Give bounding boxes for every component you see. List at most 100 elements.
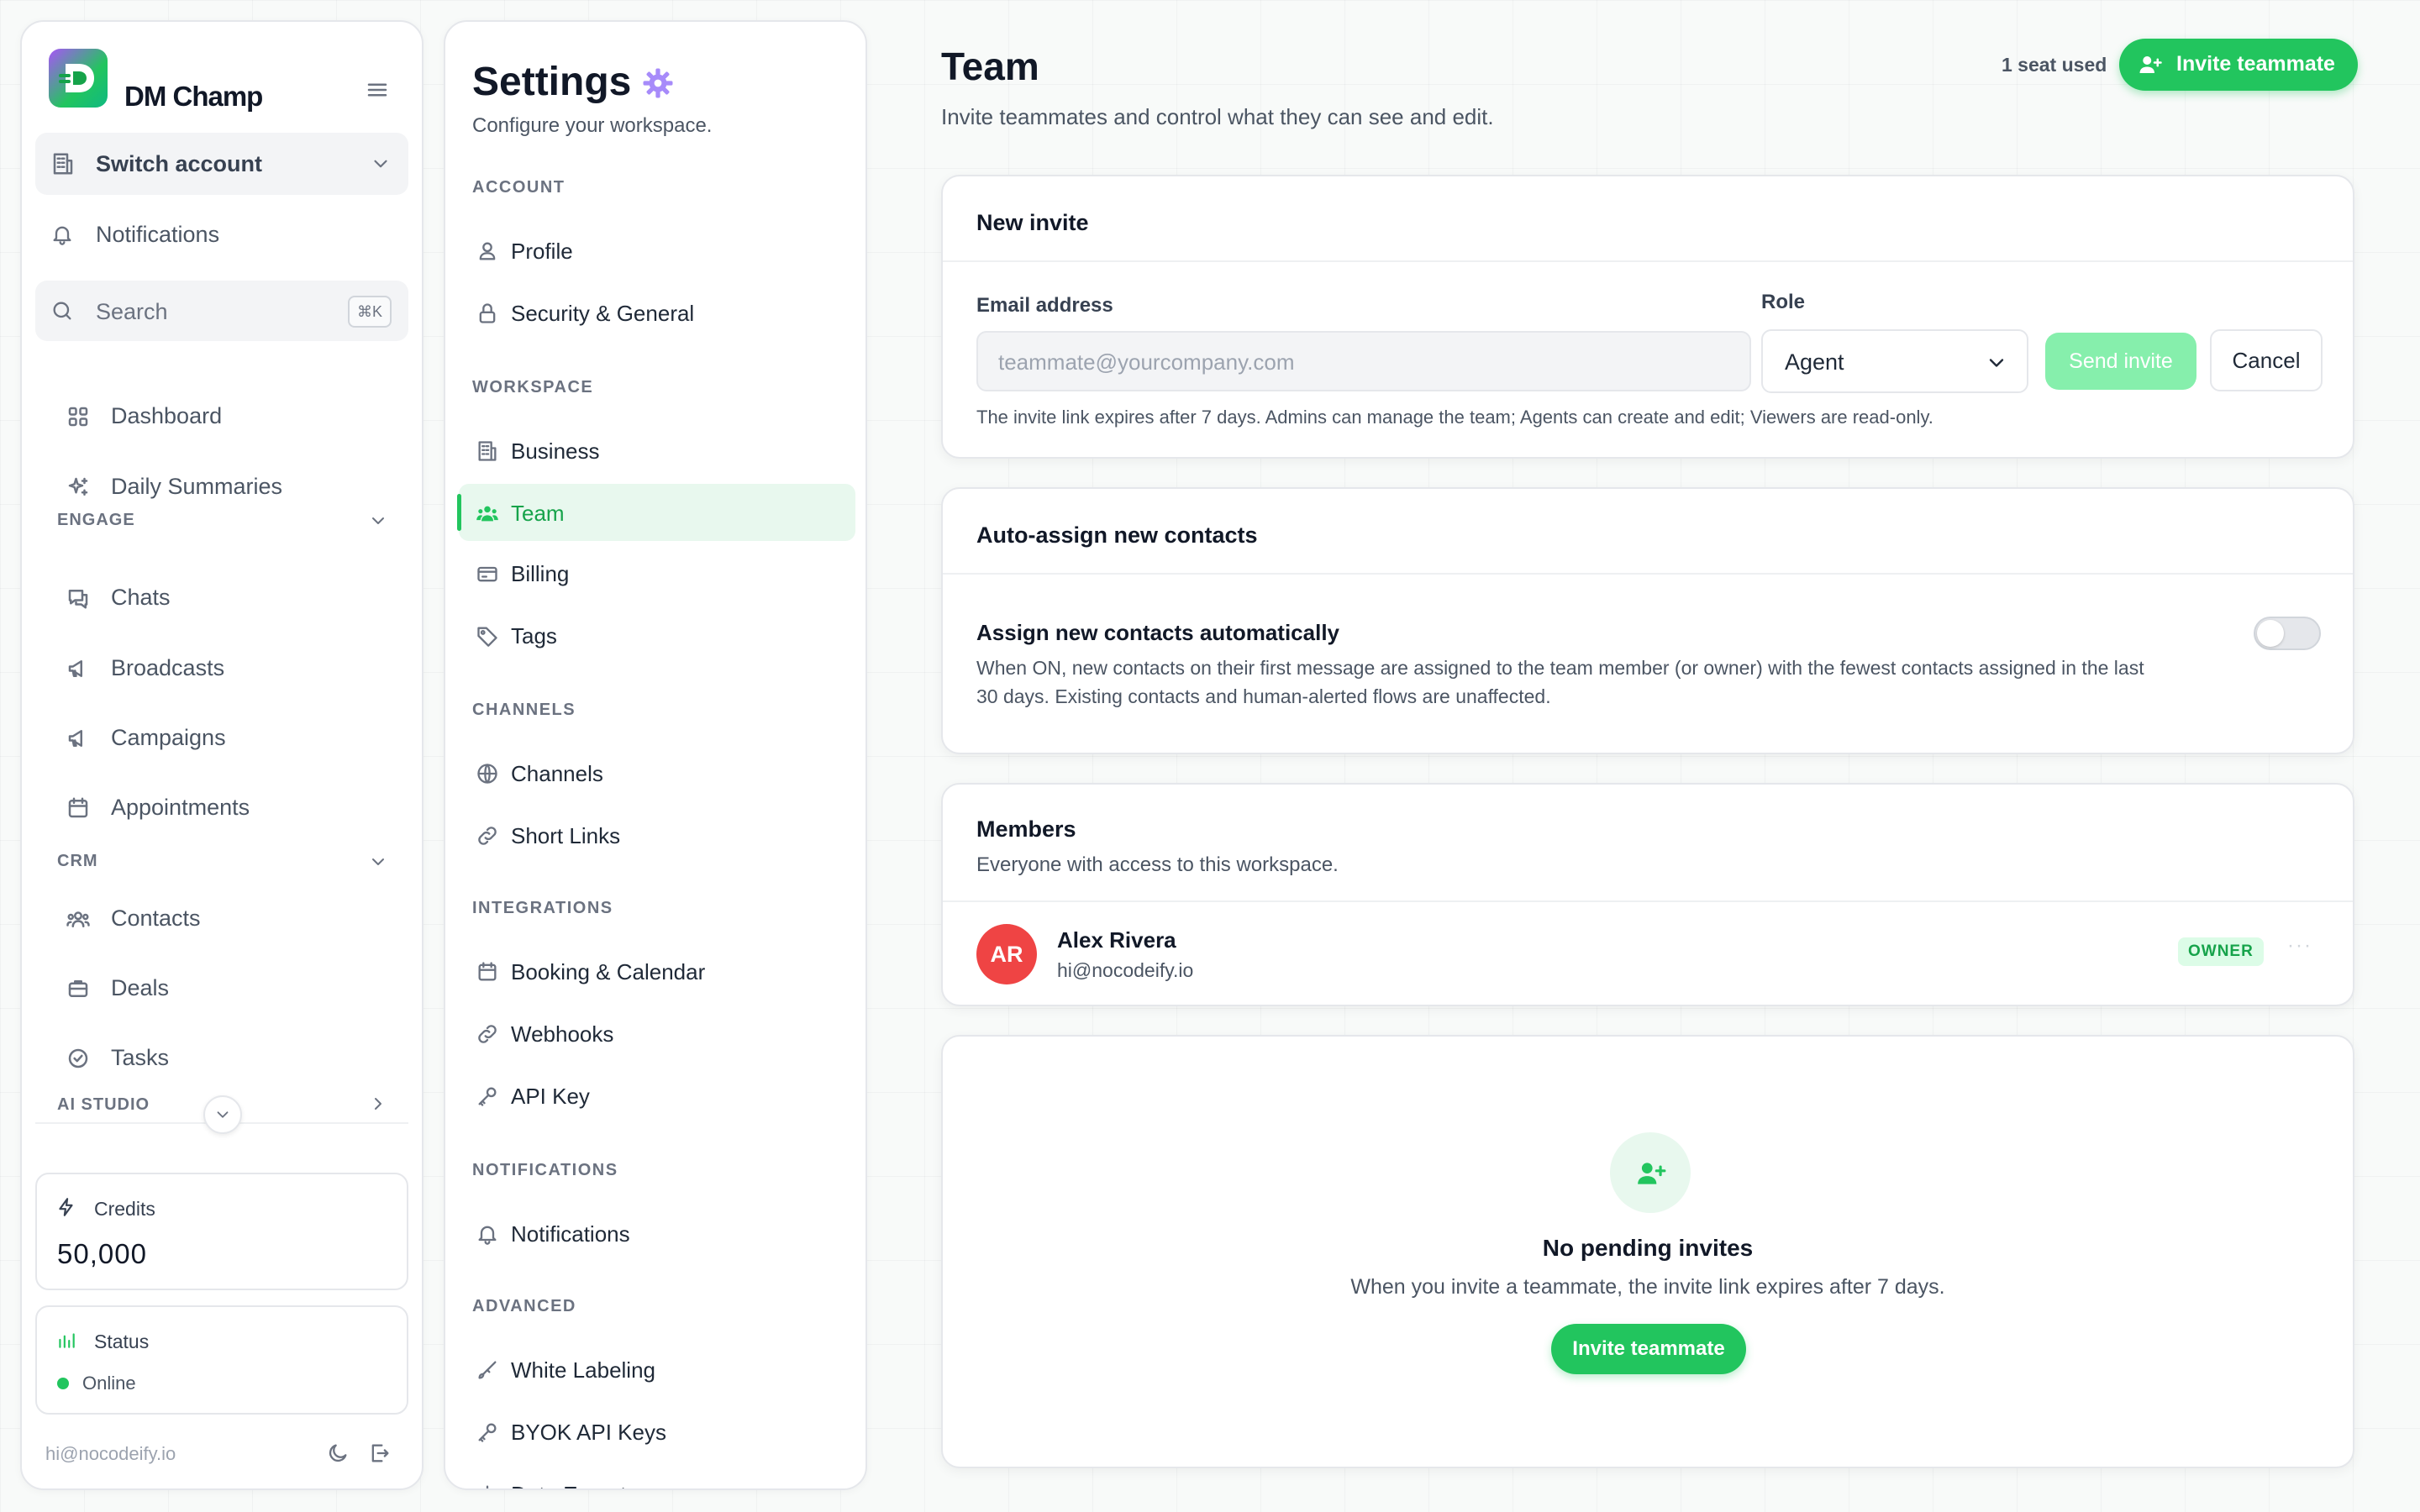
nav-item-label: Channels [511,761,603,786]
nav-item-notifications[interactable]: Notifications [459,1205,855,1262]
status-label: Status [94,1331,150,1352]
nav-item-label: Booking & Calendar [511,959,706,984]
settings-title: Settings [472,60,632,104]
sidebar-item-broadcasts[interactable]: Broadcasts [35,640,408,696]
invite-teammate-button[interactable]: Invite teammate [1551,1324,1746,1374]
email-field[interactable]: teammate@yourcompany.com [976,331,1751,391]
key-icon [476,1084,499,1108]
nav-item-label: Team [511,501,565,526]
scroll-down-button[interactable] [203,1095,242,1134]
sidebar-item-dashboard[interactable]: Dashboard [35,388,408,444]
sidebar-item-deals[interactable]: Deals [35,960,408,1016]
members-subtitle: Everyone with access to this workspace. [976,853,1339,876]
nav-item-business[interactable]: Business [459,422,855,479]
app-logo[interactable] [49,49,108,108]
empty-state-title: No pending invites [1542,1235,1754,1261]
logout-icon[interactable] [368,1441,392,1465]
sparkles-icon [66,475,91,500]
nav-item-label: Profile [511,239,573,264]
status-card: Status Online [35,1305,408,1415]
member-row: AR Alex Rivera hi@nocodeify.io OWNER ··· [943,902,2353,1005]
nav-item-billing[interactable]: Billing [459,544,855,601]
avatar: AR [976,924,1037,984]
settings-sidebar: Settings Configure your workspace. ACCOU… [444,20,867,1490]
lock-icon [476,302,499,325]
menu-icon[interactable] [365,77,390,102]
nav-item-webhooks[interactable]: Webhooks [459,1005,855,1062]
empty-state-subtitle: When you invite a teammate, the invite l… [1350,1275,1945,1299]
briefcase-icon [66,976,91,1001]
sidebar-item-daily-summaries[interactable]: Daily Summaries [35,459,408,514]
nav-item-tags[interactable]: Tags [459,606,855,664]
auto-assign-panel: Auto-assign new contacts Assign new cont… [941,487,2354,754]
search-placeholder: Search [96,299,168,324]
nav-item-security[interactable]: Security & General [459,284,855,341]
switch-account-button[interactable]: Switch account [35,133,408,195]
chevron-down-icon[interactable] [368,511,388,531]
nav-item-booking[interactable]: Booking & Calendar [459,942,855,1000]
auto-assign-title: Auto-assign new contacts [976,522,1258,548]
sidebar-item-label: Daily Summaries [111,474,283,499]
chevron-down-icon [370,153,392,175]
nav-item-label: Security & General [511,301,695,326]
empty-state-icon [1610,1132,1691,1213]
chevron-down-icon [1985,351,2008,375]
sidebar-item-campaigns[interactable]: Campaigns [35,710,408,765]
nav-item-channels[interactable]: Channels [459,744,855,801]
calendar-icon [66,795,91,821]
toggle-description: When ON, new contacts on their first mes… [976,654,2237,711]
settings-subtitle: Configure your workspace. [472,114,713,137]
megaphone-icon [66,726,91,751]
switch-account-label: Switch account [96,151,263,176]
nav-item-white-labeling[interactable]: White Labeling [459,1341,855,1398]
sidebar-item-tasks[interactable]: Tasks [35,1030,408,1085]
sidebar-item-appointments[interactable]: Appointments [35,780,408,835]
chevron-right-icon[interactable] [368,1094,388,1114]
chevron-down-icon[interactable] [368,852,388,872]
nav-item-data-export[interactable]: Data Export [459,1465,855,1488]
nav-item-label: Data Export [511,1482,626,1488]
link-icon [476,1022,499,1046]
nav-item-profile[interactable]: Profile [459,222,855,279]
auto-assign-toggle[interactable] [2254,617,2321,650]
nav-item-byok[interactable]: BYOK API Keys [459,1403,855,1460]
sidebar-item-label: Contacts [111,906,201,931]
nav-item-label: BYOK API Keys [511,1420,666,1445]
search-shortcut: ⌘K [348,296,392,328]
new-invite-title: New invite [976,210,1089,235]
invite-teammate-button[interactable]: Invite teammate [2119,39,2358,91]
moon-icon[interactable] [326,1441,350,1465]
nav-item-label: White Labeling [511,1357,655,1383]
role-value: Agent [1785,349,1844,375]
sidebar-item-label: Chats [111,585,171,610]
more-icon[interactable]: ··· [2287,934,2312,958]
nav-item-short-links[interactable]: Short Links [459,806,855,864]
sidebar-item-contacts[interactable]: Contacts [35,890,408,946]
sidebar-item-chats[interactable]: Chats [35,570,408,625]
sidebar-item-notifications[interactable]: Notifications [35,207,408,262]
main-sidebar: DM Champ Switch account Notifications Se… [20,20,424,1490]
invite-teammate-label: Invite teammate [2176,52,2335,76]
nav-item-api-key[interactable]: API Key [459,1067,855,1124]
member-name: Alex Rivera [1057,927,1176,953]
section-engage: ENGAGE [57,511,135,529]
link-icon [476,824,499,848]
cancel-button[interactable]: Cancel [2210,329,2323,391]
sidebar-item-label: Notifications [96,222,220,247]
credit-card-icon [476,562,499,585]
nav-item-label: Tags [511,623,557,648]
calendar-icon [476,960,499,984]
brush-icon [476,1358,499,1382]
user-plus-icon [1635,1158,1667,1189]
sidebar-item-label: Appointments [111,795,250,820]
footer-email: hi@nocodeify.io [45,1443,176,1464]
toggle-description-line: When ON, new contacts on their first mes… [976,657,2144,679]
nav-section-account: ACCOUNT [472,178,566,197]
send-invite-button[interactable]: Send invite [2045,333,2196,390]
download-icon [476,1483,499,1488]
role-select[interactable]: Agent [1761,329,2028,393]
nav-section-advanced: ADVANCED [472,1297,576,1315]
chevron-down-icon [213,1105,232,1124]
search-input[interactable]: Search ⌘K [35,281,408,341]
nav-item-team[interactable]: Team [457,484,855,541]
